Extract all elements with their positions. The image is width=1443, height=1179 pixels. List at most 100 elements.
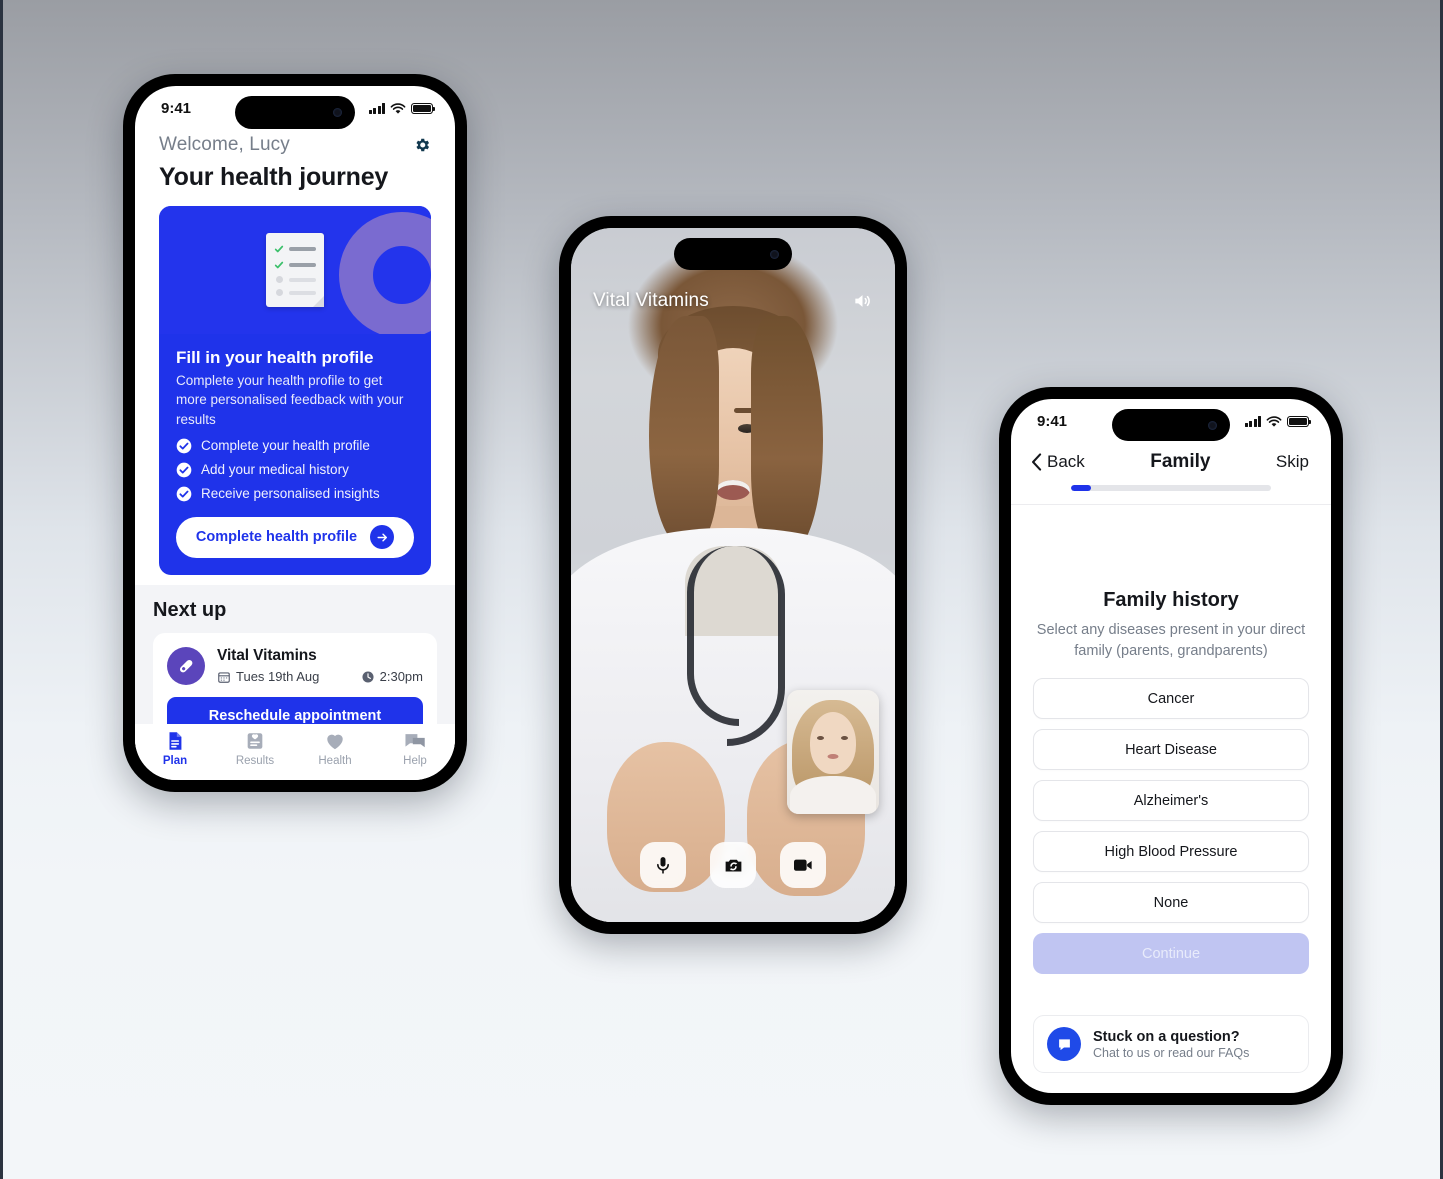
- chevron-left-icon: [1032, 453, 1042, 471]
- progress-bar: [1071, 485, 1271, 491]
- chat-bubble-icon: [1047, 1027, 1081, 1061]
- tab-health-label: Health: [318, 755, 352, 767]
- family-history-body: Family history Select any diseases prese…: [1011, 589, 1331, 975]
- check-icon: [274, 245, 284, 253]
- flip-camera-button[interactable]: [710, 842, 756, 888]
- wifi-icon: [1266, 415, 1282, 427]
- pill-capsule-icon: [167, 646, 205, 685]
- status-icons: [368, 102, 436, 115]
- section-subtitle: Select any diseases present in your dire…: [1036, 622, 1306, 659]
- doc-line: [289, 290, 316, 295]
- hero-illustration: [159, 206, 431, 334]
- health-profile-card: Fill in your health profile Complete you…: [159, 206, 431, 575]
- wifi-icon: [390, 102, 406, 114]
- canvas-background: 9:41 Welcome, Lucy Your health journey F…: [0, 0, 1443, 1179]
- option-none[interactable]: None: [1033, 882, 1309, 924]
- appointment-header: Vital Vitamins Tues 19th Aug 2:30pm: [167, 646, 423, 685]
- appointment-date-label: Tues 19th Aug: [236, 669, 320, 685]
- speaker-on-icon[interactable]: [851, 291, 873, 311]
- appointment-time: 2:30pm: [361, 669, 423, 684]
- option-cancer[interactable]: Cancer: [1033, 678, 1309, 720]
- option-alzheimers[interactable]: Alzheimer's: [1033, 780, 1309, 822]
- doc-bullet: [275, 289, 283, 296]
- calendar-icon: [218, 672, 230, 683]
- phone-mockup-home: 9:41 Welcome, Lucy Your health journey F…: [123, 74, 467, 792]
- checklist-document-icon: [266, 233, 324, 307]
- microphone-button[interactable]: [640, 842, 686, 888]
- tab-results-label: Results: [235, 755, 275, 767]
- chat-bubbles-icon: [405, 734, 425, 748]
- call-top-bar: Vital Vitamins: [571, 290, 895, 312]
- option-heart-disease[interactable]: Heart Disease: [1033, 729, 1309, 771]
- microphone-icon: [657, 857, 669, 874]
- help-subtitle: Chat to us or read our FAQs: [1093, 1045, 1250, 1060]
- continue-button[interactable]: Continue: [1033, 933, 1309, 975]
- welcome-text: Welcome, Lucy: [159, 134, 290, 155]
- gear-icon[interactable]: [413, 136, 431, 154]
- tab-results[interactable]: Results: [215, 730, 295, 767]
- appointment-details: Vital Vitamins Tues 19th Aug 2:30pm: [217, 647, 423, 684]
- mouth-shape: [716, 480, 750, 500]
- section-heading: Family history: [1103, 589, 1239, 611]
- appointment-date: Tues 19th Aug: [217, 669, 319, 684]
- front-camera-icon: [1208, 420, 1217, 430]
- appointment-meta: Tues 19th Aug 2:30pm: [217, 669, 423, 684]
- check-circle-icon: [176, 486, 192, 502]
- pip-mouth-shape: [827, 754, 839, 759]
- status-icons: [1244, 415, 1312, 428]
- list-item-label: Complete your health profile: [201, 438, 370, 454]
- call-title: Vital Vitamins: [593, 290, 709, 311]
- disease-options-list: Cancer Heart Disease Alzheimer's High Bl…: [1033, 678, 1309, 924]
- stethoscope-shape: [727, 546, 785, 746]
- complete-health-profile-button[interactable]: Complete health profile: [176, 516, 414, 558]
- tab-help-label: Help: [403, 755, 427, 767]
- progress-bar-wrapper: [1011, 473, 1331, 505]
- skip-button[interactable]: Skip: [1276, 452, 1309, 472]
- back-button[interactable]: Back: [1031, 452, 1085, 472]
- camera-flip-icon: [725, 859, 741, 871]
- video-camera-icon: [794, 859, 812, 871]
- doc-row: [274, 260, 316, 270]
- phone2-screen: Vital Vitamins: [571, 228, 895, 922]
- doc-line: [289, 247, 316, 251]
- self-video-pip[interactable]: [787, 690, 879, 814]
- back-label: Back: [1047, 452, 1085, 471]
- doc-row: [274, 244, 316, 254]
- hero-checklist: Complete your health profile Add your me…: [176, 438, 414, 502]
- dynamic-island: [674, 238, 792, 270]
- pip-eye-shape: [841, 736, 848, 740]
- check-circle-icon: [176, 462, 192, 478]
- list-item: Add your medical history: [176, 462, 414, 478]
- call-controls: [571, 842, 895, 888]
- tab-plan-label: Plan: [162, 755, 188, 767]
- tab-health[interactable]: Health: [295, 730, 375, 767]
- clock-icon: [362, 671, 374, 683]
- phone-mockup-video-call: Vital Vitamins: [559, 216, 907, 934]
- status-time: 9:41: [161, 100, 192, 117]
- doc-line: [289, 277, 316, 282]
- list-item-label: Add your medical history: [201, 462, 349, 478]
- list-item: Complete your health profile: [176, 438, 414, 454]
- tab-plan[interactable]: Plan: [135, 730, 215, 767]
- phone3-screen: 9:41 Back Family Skip Family history Sel…: [1011, 399, 1331, 1093]
- pip-face-shape: [810, 712, 856, 774]
- video-button[interactable]: [780, 842, 826, 888]
- arrow-right-icon: [370, 525, 395, 550]
- option-high-blood-pressure[interactable]: High Blood Pressure: [1033, 831, 1309, 873]
- heart-icon: [327, 734, 343, 750]
- doc-row: [274, 276, 316, 283]
- check-icon: [274, 261, 284, 269]
- front-camera-icon: [333, 108, 342, 117]
- complete-health-profile-label: Complete health profile: [195, 529, 358, 546]
- help-card[interactable]: Stuck on a question? Chat to us or read …: [1033, 1015, 1309, 1073]
- pip-eye-shape: [817, 736, 824, 740]
- next-up-title: Next up: [153, 598, 227, 621]
- help-title: Stuck on a question?: [1093, 1028, 1240, 1045]
- progress-bar-fill: [1071, 485, 1091, 491]
- hero-description: Complete your health profile to get more…: [176, 373, 404, 427]
- tab-help[interactable]: Help: [375, 730, 455, 767]
- help-card-text: Stuck on a question? Chat to us or read …: [1093, 1029, 1249, 1060]
- doc-bullet: [275, 276, 283, 283]
- signal-bars-icon: [368, 103, 385, 114]
- welcome-row: Welcome, Lucy: [159, 134, 431, 156]
